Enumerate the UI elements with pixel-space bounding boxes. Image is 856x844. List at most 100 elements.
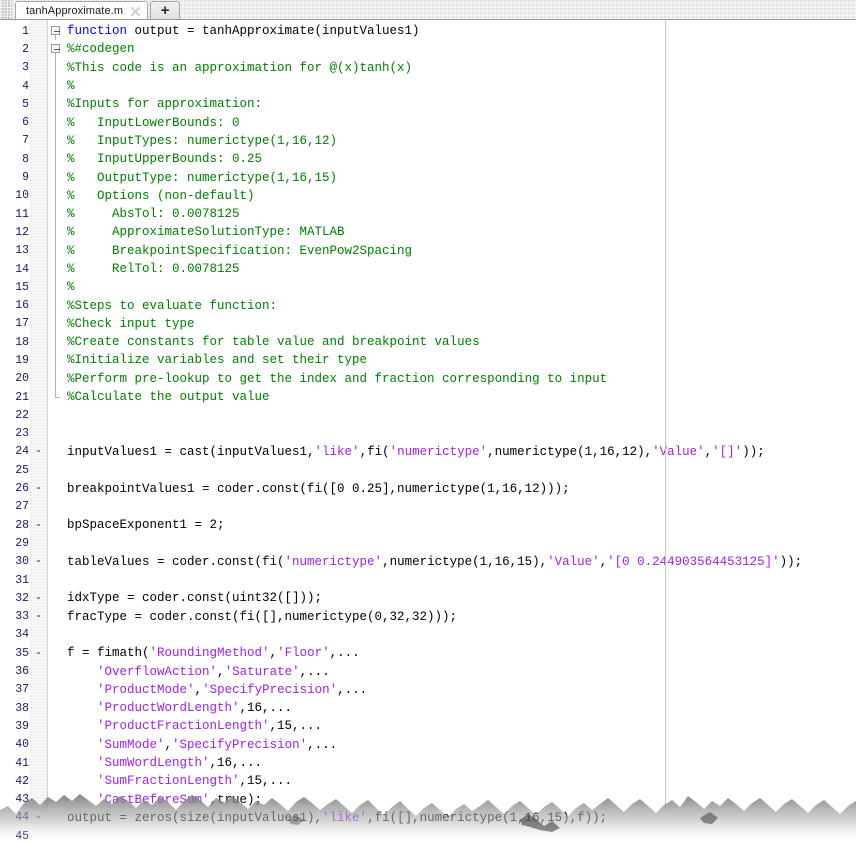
code-line[interactable]: 5 %Inputs for approximation: [0,95,856,114]
code-token-str: 'numerictype' [389,444,488,459]
code-line[interactable]: 16 %Steps to evaluate function: [0,296,856,315]
code-line[interactable]: 44- output = zeros(size(inputValues1),'li… [0,809,856,827]
code-line[interactable]: 15% [0,278,856,297]
code-line[interactable]: 24- inputValues1 = cast(inputValues1,'lik… [0,443,856,461]
code-line[interactable]: 2 %#codegen [0,40,856,59]
fold-marker[interactable] [47,40,65,59]
code-line[interactable]: 33- fracType = coder.const(fi([],numerict… [0,608,856,626]
code-line[interactable]: 37 'ProductMode','SpecifyPrecision',... [0,681,856,699]
code-token-plain: ,fi([],numerictype(1,16,15),f)); [367,810,608,825]
fold-marker [47,333,65,352]
code-line[interactable]: 4% [0,76,856,96]
fold-marker [47,626,65,644]
code-line[interactable]: 14 % RelTol: 0.0078125 [0,259,856,279]
line-number: 23 [15,427,29,441]
code-token-cmt: %Initialize variables and set their type [67,353,368,368]
code-line[interactable]: 42 'SumFractionLength',15,... [0,772,856,790]
drag-handle-grip[interactable] [2,0,12,19]
code-line[interactable]: 8 % InputUpperBounds: 0.25 [0,150,856,169]
code-token-plain: ,... [307,737,338,752]
code-line[interactable]: 40 'SumMode','SpecifyPrecision',... [0,736,856,754]
code-token-plain: , [599,554,608,569]
code-line[interactable]: 39 'ProductFractionLength',15,... [0,717,856,735]
code-line[interactable]: 18 %Create constants for table value and … [0,333,856,352]
code-line[interactable]: 43 'CastBeforeSum',true); [0,790,856,808]
tab-bar: tanhApproximate.m + [0,0,856,20]
new-tab-button[interactable]: + [150,1,181,19]
code-line[interactable]: 7 % InputTypes: numerictype(1,16,12) [0,131,856,151]
code-text: % AbsTol: 0.0078125 [65,207,856,221]
code-line[interactable]: 30- tableValues = coder.const(fi('numeric… [0,553,856,571]
code-line[interactable]: 21 %Calculate the output value [0,387,856,406]
code-token-cmt: % Options (non-default) [67,188,255,203]
code-token-str: 'SpecifyPrecision' [202,682,338,697]
tab-tanhapproximate[interactable]: tanhApproximate.m [15,1,149,19]
code-line[interactable]: 36 'OverflowAction','Saturate',... [0,662,856,680]
collapse-icon[interactable] [51,44,60,54]
line-number: 37 [15,683,29,697]
fold-marker [47,553,65,571]
code-line[interactable]: 12 % ApproximateSolutionType: MATLAB [0,223,856,242]
code-line[interactable]: 13 % BreakpointSpecification: EvenPow2Spa… [0,241,856,260]
code-line[interactable]: 32- idxType = coder.const(uint32([])); [0,589,856,607]
code-text: output = zeros(size(inputValues1),'like'… [65,811,856,825]
code-line[interactable]: 20 %Perform pre-lookup to get the index a… [0,369,856,388]
code-line[interactable]: 6 % InputLowerBounds: 0 [0,113,856,132]
line-number: 1 [22,24,29,38]
code-token-plain: breakpointValues1 = coder.const(fi([0 0.… [67,481,570,496]
code-line[interactable]: 27 [0,498,856,516]
code-token-str: 'numerictype' [284,554,383,569]
code-line[interactable]: 41 'SumWordLength',16,... [0,754,856,772]
code-token-plain: ,fi( [359,444,390,459]
code-token-plain: output = zeros(size(inputValues1), [67,810,323,825]
code-line[interactable]: 10 % Options (non-default) [0,186,856,205]
code-line[interactable]: 17 %Check input type [0,314,856,334]
code-line[interactable]: 3 %This code is an approximation for @(x)… [0,58,856,77]
code-text: % BreakpointSpecification: EvenPow2Spaci… [65,244,856,258]
code-line[interactable]: 28- bpSpaceExponent1 = 2; [0,516,856,534]
executable-marker: - [35,445,42,459]
line-number: 33 [15,610,29,624]
code-line[interactable]: 1 function output = tanhApproximate(input… [0,22,856,41]
fold-marker[interactable] [47,22,65,41]
line-number: 41 [15,756,29,770]
code-line[interactable]: 45 [0,827,856,844]
code-line[interactable]: 23 [0,425,856,443]
code-line[interactable]: 22 [0,406,856,424]
close-icon[interactable] [130,6,141,17]
code-line[interactable]: 9 % OutputType: numerictype(1,16,15) [0,168,856,187]
fold-line [55,131,56,151]
code-token-plain: , [269,646,278,661]
code-text: 'OverflowAction','Saturate',... [65,665,856,679]
code-line[interactable]: 26- breakpointValues1 = coder.const(fi([0… [0,479,856,497]
fold-marker [47,571,65,589]
code-line[interactable]: 34 [0,626,856,644]
executable-marker: - [35,482,42,496]
code-token-plain: , [194,682,203,697]
code-line[interactable]: 38 'ProductWordLength',16,... [0,699,856,717]
executable-marker: - [35,555,42,569]
code-line[interactable]: 35- f = fimath('RoundingMethod','Floor',.… [0,644,856,662]
code-area: 1 function output = tanhApproximate(input… [0,20,856,844]
code-text: fracType = coder.const(fi([],numerictype… [65,610,856,624]
code-text: inputValues1 = cast(inputValues1,'like',… [65,445,856,459]
code-line[interactable]: 19 %Initialize variables and set their ty… [0,351,856,370]
fold-marker [47,369,65,388]
fold-marker [47,241,65,260]
fold-marker [47,76,65,96]
code-editor[interactable]: 1 function output = tanhApproximate(input… [0,20,856,844]
line-number: 6 [22,116,29,130]
code-line[interactable]: 31 [0,571,856,589]
code-token-str: 'OverflowAction' [97,664,218,679]
code-line[interactable]: 25 [0,461,856,479]
code-token-cmt: % InputLowerBounds: 0 [67,115,240,130]
code-token-plain: bpSpaceExponent1 = 2; [67,518,225,533]
code-token-cmt: % [67,79,75,94]
collapse-icon[interactable] [51,26,60,35]
fold-marker [47,443,65,461]
code-line[interactable]: 29 [0,534,856,552]
code-token-cmt: %Create constants for table value and br… [67,335,480,350]
code-line[interactable]: 11 % AbsTol: 0.0078125 [0,204,856,224]
line-number: 2 [22,42,29,56]
